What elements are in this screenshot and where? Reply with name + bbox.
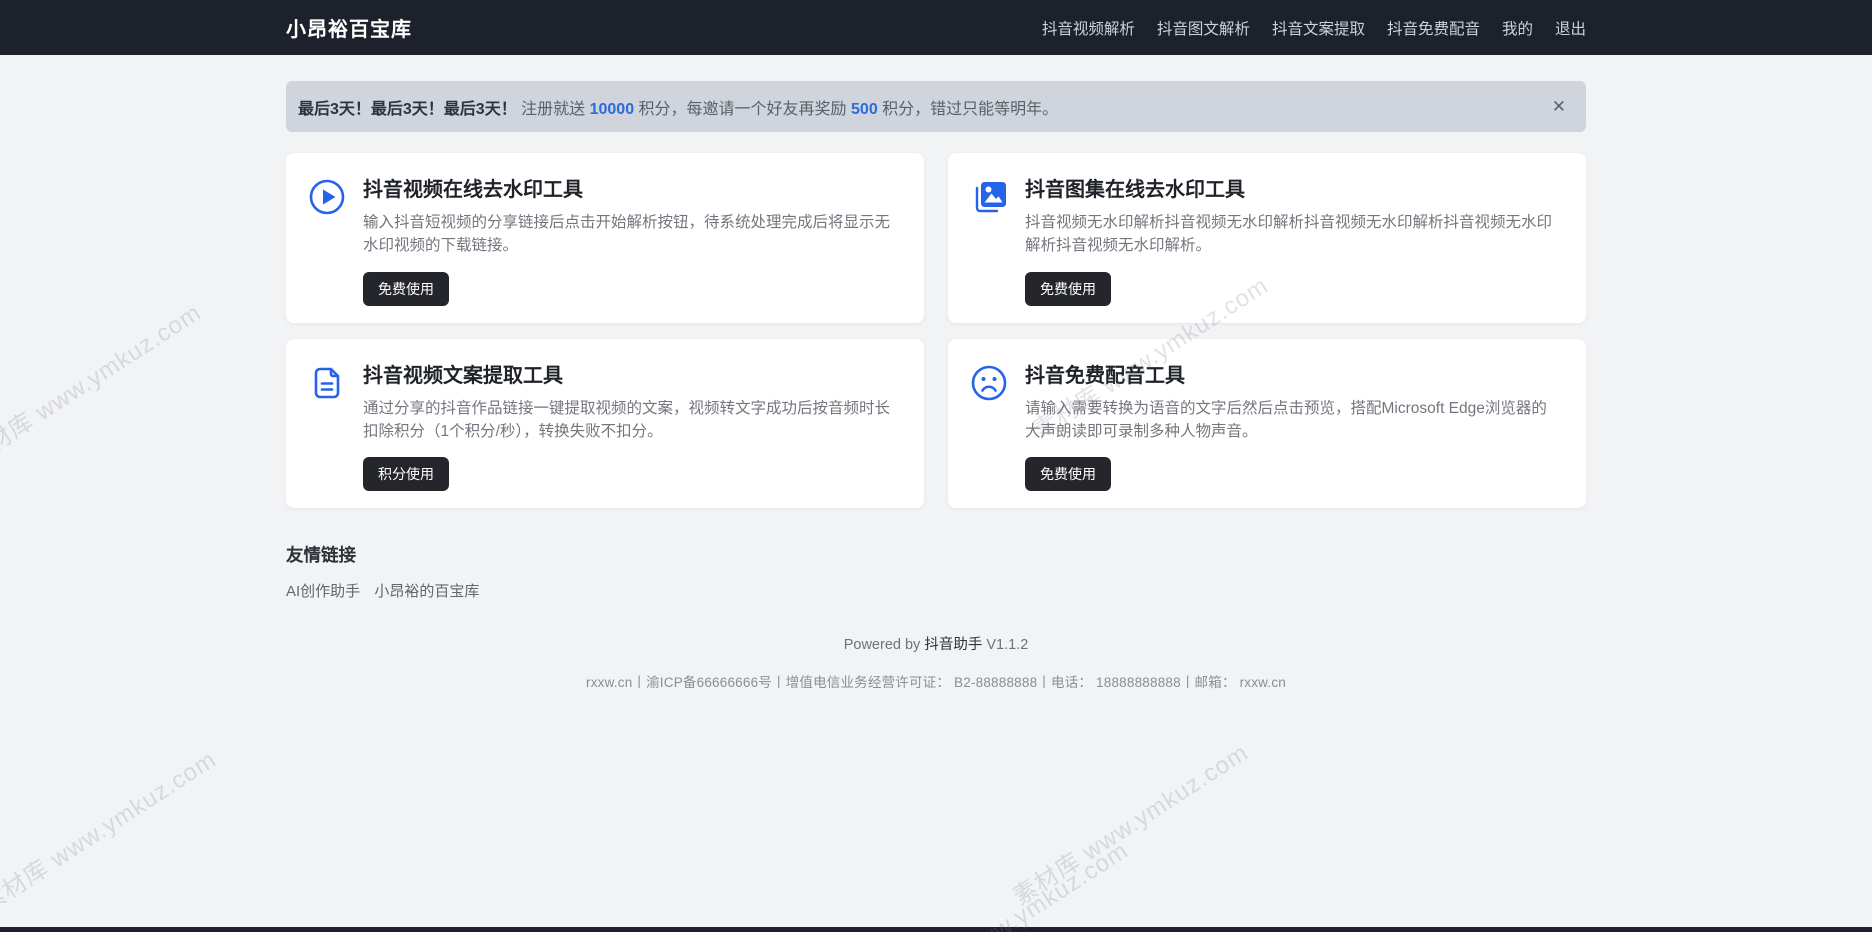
watermark-text: 素材库 www.ymkuz.com: [0, 298, 207, 472]
card-description: 请输入需要转换为语音的文字后然后点击预览，搭配Microsoft Edge浏览器…: [1025, 399, 1547, 440]
use-video-watermark-button[interactable]: 免费使用: [363, 271, 449, 306]
tool-card-grid: 抖音视频在线去水印工具 输入抖音短视频的分享链接后点击开始解析按钮，待系统处理完…: [286, 153, 1586, 508]
nav-item-copy-extract[interactable]: 抖音文案提取: [1272, 17, 1365, 39]
card-image-watermark: 抖音图集在线去水印工具 抖音视频无水印解析抖音视频无水印解析抖音视频无水印解析抖…: [948, 153, 1586, 323]
card-title: 抖音视频在线去水印工具: [363, 179, 583, 201]
powered-by-line: Powered by 抖音助手 V1.1.2: [843, 637, 1029, 653]
watermark-text: 素材库 www.ymkuz.com: [1008, 738, 1254, 912]
page-footer: Powered by 抖音助手 V1.1.2 rxxw.cn丨渝ICP备6666…: [286, 633, 1586, 691]
invite-points-value: 500: [851, 100, 878, 118]
promo-banner: 最后3天！最后3天！最后3天！ 注册就送 10000 积分，每邀请一个好友再奖励…: [286, 81, 1586, 132]
play-icon: [308, 178, 346, 216]
card-title: 抖音视频文案提取工具: [363, 364, 563, 387]
card-title: 抖音图集在线去水印工具: [1025, 179, 1245, 201]
nav-item-video-parse[interactable]: 抖音视频解析: [1042, 17, 1135, 39]
use-copy-extract-button[interactable]: 积分使用: [363, 457, 449, 491]
friend-links-title: 友情链接: [286, 545, 356, 565]
card-description: 通过分享的抖音作品链接一键提取视频的文案，视频转文字成功后按音频时长扣除积分（1…: [363, 399, 891, 440]
powered-app-link[interactable]: 抖音助手: [924, 637, 982, 653]
voice-face-icon: [970, 364, 1008, 402]
nav-item-image-parse[interactable]: 抖音图文解析: [1157, 17, 1250, 39]
nav-item-logout[interactable]: 退出: [1555, 17, 1586, 39]
card-description: 输入抖音短视频的分享链接后点击开始解析按钮，待系统处理完成后将显示无水印视频的下…: [363, 214, 891, 255]
document-icon: [308, 364, 346, 402]
watermark-text: 素材库 www.ymkuz.com: [0, 745, 222, 919]
friend-links-section: 友情链接 AI创作助手 小昂裕的百宝库: [286, 542, 1586, 601]
card-copy-extract: 抖音视频文案提取工具 通过分享的抖音作品链接一键提取视频的文案，视频转文字成功后…: [286, 338, 924, 508]
site-logo[interactable]: 小昂裕百宝库: [286, 13, 412, 42]
card-video-watermark: 抖音视频在线去水印工具 输入抖音短视频的分享链接后点击开始解析按钮，待系统处理完…: [286, 153, 924, 323]
card-description: 抖音视频无水印解析抖音视频无水印解析抖音视频无水印解析抖音视频无水印解析抖音视频…: [1025, 214, 1553, 255]
close-icon[interactable]: ✕: [1548, 94, 1570, 119]
use-image-watermark-button[interactable]: 免费使用: [1025, 271, 1111, 306]
signup-points-value: 10000: [589, 100, 635, 118]
legal-info-line: rxxw.cn丨渝ICP备66666666号丨增值电信业务经营许可证： B2-8…: [586, 675, 1286, 690]
gallery-icon: [970, 178, 1008, 216]
promo-countdown-text: 最后3天！最后3天！最后3天！: [298, 100, 517, 118]
promo-banner-text: 最后3天！最后3天！最后3天！ 注册就送 10000 积分，每邀请一个好友再奖励…: [298, 100, 1059, 118]
watermark-text: 素材库 www.ymkuz.com: [888, 836, 1134, 932]
card-title: 抖音免费配音工具: [1025, 364, 1185, 387]
friend-link-ai-assistant[interactable]: AI创作助手: [286, 583, 360, 600]
use-free-dubbing-button[interactable]: 免费使用: [1025, 457, 1111, 491]
window-bottom-edge: [0, 927, 1872, 932]
card-free-dubbing: 抖音免费配音工具 请输入需要转换为语音的文字后然后点击预览，搭配Microsof…: [948, 338, 1586, 508]
nav-item-free-dubbing[interactable]: 抖音免费配音: [1387, 17, 1480, 39]
top-navbar: 小昂裕百宝库 抖音视频解析 抖音图文解析 抖音文案提取 抖音免费配音 我的 退出: [0, 0, 1872, 55]
friend-link-treasure-box[interactable]: 小昂裕的百宝库: [374, 583, 479, 600]
nav-item-my-account[interactable]: 我的: [1502, 17, 1533, 39]
nav-menu: 抖音视频解析 抖音图文解析 抖音文案提取 抖音免费配音 我的 退出: [1042, 17, 1586, 39]
